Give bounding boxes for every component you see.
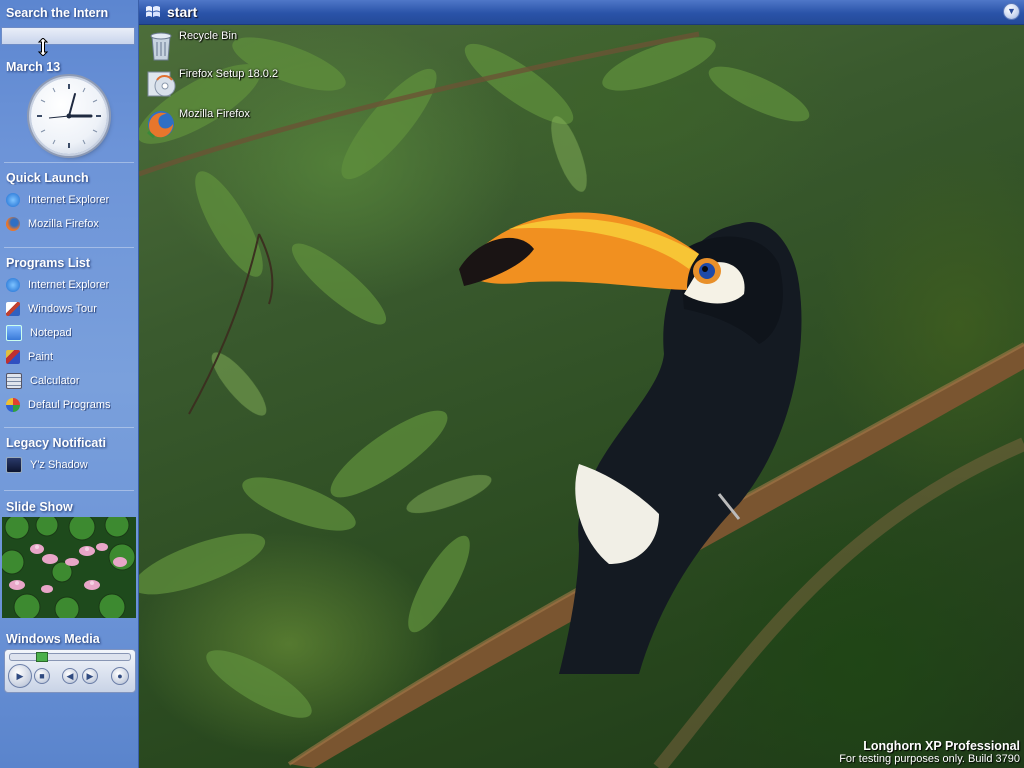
firefox-icon bbox=[147, 111, 174, 139]
desktop-icon-mozilla-firefox[interactable]: Mozilla Firefox bbox=[145, 106, 250, 142]
section-divider bbox=[4, 490, 134, 491]
previous-button[interactable]: ◀ bbox=[62, 668, 78, 684]
chevron-down-icon[interactable]: ▼ bbox=[1003, 3, 1020, 20]
date-label: March 13 bbox=[6, 60, 61, 74]
programs-list-title: Programs List bbox=[6, 256, 91, 270]
program-paint[interactable]: Paint bbox=[6, 347, 136, 367]
internet-explorer-icon bbox=[6, 278, 20, 292]
quick-launch-title: Quick Launch bbox=[6, 171, 89, 185]
windows-media-gadget: ▶ ■ ◀ ▶ ● bbox=[4, 649, 136, 693]
section-divider bbox=[4, 247, 134, 248]
volume-icon[interactable]: ● bbox=[111, 667, 129, 685]
windows-media-title: Windows Media bbox=[6, 632, 100, 646]
watermark-title: Longhorn XP Professional bbox=[863, 739, 1020, 753]
program-label: Notepad bbox=[30, 327, 72, 339]
stop-button[interactable]: ■ bbox=[34, 668, 50, 684]
default-programs-icon bbox=[6, 398, 20, 412]
paint-icon bbox=[6, 350, 20, 364]
start-button[interactable]: start bbox=[145, 2, 197, 22]
start-label: start bbox=[167, 4, 198, 20]
program-label: Windows Tour bbox=[28, 303, 97, 315]
toucan bbox=[459, 212, 802, 675]
firefox-icon bbox=[6, 217, 20, 231]
seek-bar[interactable] bbox=[9, 652, 131, 662]
windows-logo-icon bbox=[146, 6, 160, 17]
recycle-bin-icon bbox=[150, 32, 172, 61]
desktop-icon-firefox-setup[interactable]: Firefox Setup 18.0.2 bbox=[145, 66, 278, 102]
desktop-icon-recycle-bin[interactable]: Recycle Bin bbox=[145, 28, 237, 64]
search-input[interactable] bbox=[1, 27, 135, 45]
installer-cd-icon bbox=[147, 71, 176, 97]
section-divider bbox=[4, 427, 134, 428]
quick-launch-internet-explorer[interactable]: Internet Explorer bbox=[6, 190, 136, 210]
program-label: Calculator bbox=[30, 375, 80, 387]
seek-thumb[interactable] bbox=[36, 652, 48, 662]
lotus-photo bbox=[2, 517, 136, 618]
sidebar: Search the Intern March 13 Quick Launch bbox=[0, 0, 139, 768]
quick-launch-mozilla-firefox[interactable]: Mozilla Firefox bbox=[6, 214, 136, 234]
start-bar: start ▼ bbox=[139, 0, 1024, 25]
desktop-icon-label: Firefox Setup 18.0.2 bbox=[179, 68, 279, 80]
resize-cursor-icon bbox=[37, 38, 49, 56]
toucan-wallpaper bbox=[139, 31, 1024, 768]
clock-face-icon bbox=[37, 84, 101, 148]
quick-launch-label: Mozilla Firefox bbox=[28, 218, 99, 230]
notepad-icon bbox=[6, 325, 22, 341]
program-label: Defaul Programs bbox=[28, 399, 111, 411]
desktop-wallpaper[interactable]: Recycle Bin Firefox Setup 18.0.2 Mozilla… bbox=[139, 24, 1024, 768]
clock-gadget[interactable] bbox=[31, 78, 107, 154]
legacy-yz-shadow[interactable]: Y'z Shadow bbox=[6, 455, 136, 475]
section-divider bbox=[4, 162, 134, 163]
slideshow-gadget[interactable] bbox=[2, 517, 136, 618]
program-notepad[interactable]: Notepad bbox=[6, 323, 136, 343]
watermark-subtitle: For testing purposes only. Build 3790 bbox=[839, 753, 1020, 765]
next-button[interactable]: ▶ bbox=[82, 668, 98, 684]
program-default-programs[interactable]: Defaul Programs bbox=[6, 395, 136, 415]
program-windows-tour[interactable]: Windows Tour bbox=[6, 299, 136, 319]
program-internet-explorer[interactable]: Internet Explorer bbox=[6, 275, 136, 295]
program-label: Internet Explorer bbox=[28, 279, 110, 291]
slideshow-title: Slide Show bbox=[6, 500, 73, 514]
legacy-notifications-title: Legacy Notificati bbox=[6, 436, 107, 450]
search-section-title: Search the Intern bbox=[6, 6, 109, 20]
desktop-icon-label: Recycle Bin bbox=[179, 30, 238, 42]
quick-launch-label: Internet Explorer bbox=[28, 194, 110, 206]
play-button[interactable]: ▶ bbox=[8, 664, 32, 688]
yz-shadow-icon bbox=[6, 457, 22, 473]
legacy-label: Y'z Shadow bbox=[30, 459, 88, 471]
desktop-icon-label: Mozilla Firefox bbox=[179, 108, 250, 120]
calculator-icon bbox=[6, 373, 22, 389]
internet-explorer-icon bbox=[6, 193, 20, 207]
program-calculator[interactable]: Calculator bbox=[6, 371, 136, 391]
windows-tour-icon bbox=[6, 302, 20, 316]
build-watermark: Longhorn XP Professional For testing pur… bbox=[839, 739, 1020, 765]
program-label: Paint bbox=[28, 351, 54, 363]
